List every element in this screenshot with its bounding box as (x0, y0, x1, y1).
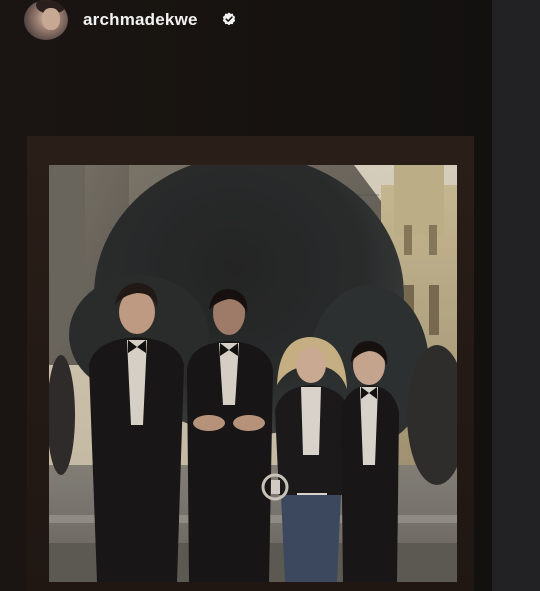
avatar-face (42, 8, 60, 30)
story-screen: archmadekwe (0, 0, 540, 591)
photo-scene (49, 165, 457, 582)
verified-badge-icon (222, 12, 236, 26)
polaroid-photo[interactable] (49, 165, 457, 582)
profile-avatar[interactable] (24, 0, 68, 40)
username-label[interactable]: archmadekwe (83, 10, 198, 30)
post-header: archmadekwe (0, 0, 492, 44)
adjacent-panel (492, 0, 540, 591)
